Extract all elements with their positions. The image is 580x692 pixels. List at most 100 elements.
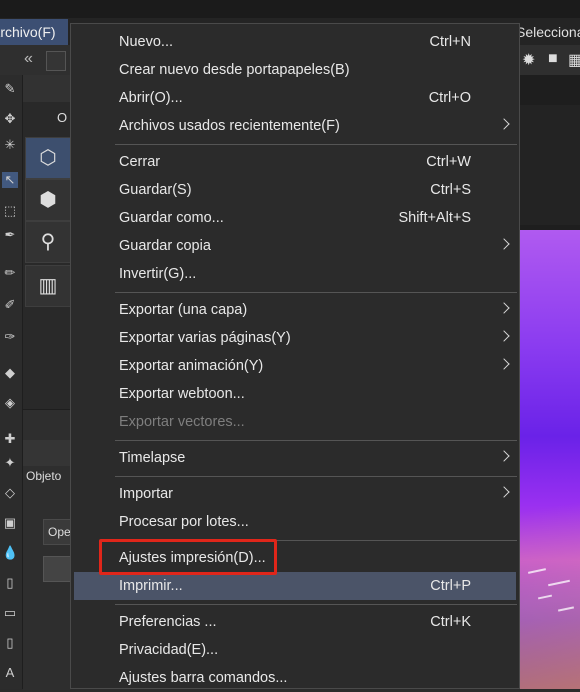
- menu-item-shortcut: Ctrl+S: [430, 182, 471, 198]
- menu-item-label: Importar: [119, 486, 173, 502]
- submenu-arrow-icon: [498, 450, 510, 462]
- tool-palette: ✎ ✥ ✳ ↖ ⬚ ✒ ✏ ✐ ✑ ◆ ◈ ✚ ✦ ◇ ▣ 💧 ▯ ▭ ▯ A: [0, 75, 23, 689]
- menu-item-timelapse[interactable]: Timelapse: [74, 444, 516, 472]
- menu-item-shortcut: Ctrl+O: [428, 90, 471, 106]
- menu-item-label: Nuevo...: [119, 34, 173, 50]
- blend-tool-icon[interactable]: ◈: [2, 395, 18, 411]
- menu-separator: [115, 440, 517, 441]
- frame-tool-icon[interactable]: ▯: [2, 575, 18, 591]
- lightbox-subtool-icon[interactable]: ⚲: [25, 221, 71, 263]
- submenu-arrow-icon: [498, 118, 510, 130]
- menu-item-label: Archivos usados recientemente(F): [119, 118, 340, 134]
- menu-item-label: Preferencias ...: [119, 614, 217, 630]
- menu-item-privacidad[interactable]: Privacidad(E)...: [74, 636, 516, 664]
- sub-tool-tab-label: O: [57, 110, 68, 125]
- menu-item-label: Imprimir...: [119, 578, 183, 594]
- panel-tab-icon[interactable]: [46, 51, 66, 71]
- grid-icon[interactable]: ▦: [568, 50, 580, 70]
- menu-item-label: Exportar varias páginas(Y): [119, 330, 291, 346]
- menu-item-label: Exportar animación(Y): [119, 358, 264, 374]
- selection-tool-icon[interactable]: ⬚: [2, 203, 18, 219]
- file-menu-dropdown: Nuevo... Ctrl+N Crear nuevo desde portap…: [70, 23, 520, 689]
- frame-subtool-icon[interactable]: ▥: [25, 265, 71, 307]
- canvas-area[interactable]: [518, 75, 580, 689]
- menu-item-cerrar[interactable]: Cerrar Ctrl+W: [74, 148, 516, 176]
- stop-icon[interactable]: ■: [548, 50, 558, 68]
- menu-item-guardar-como[interactable]: Guardar como... Shift+Alt+S: [74, 204, 516, 232]
- menu-item-archivos-recientes[interactable]: Archivos usados recientemente(F): [74, 112, 516, 140]
- menu-item-exportar-animacion[interactable]: Exportar animación(Y): [74, 352, 516, 380]
- color-swatch-icon[interactable]: ▣: [2, 515, 18, 531]
- pencil-tool-icon[interactable]: ✎: [2, 81, 18, 97]
- eraser-tool-icon[interactable]: ◆: [2, 365, 18, 381]
- menu-item-label: Guardar(S): [119, 182, 192, 198]
- menu-item-label: Crear nuevo desde portapapeles(B): [119, 62, 350, 78]
- menu-item-label: Exportar (una capa): [119, 302, 248, 318]
- menu-item-label: Ajustes barra comandos...: [119, 670, 288, 686]
- tool-property-panel: Objeto Ope: [23, 409, 75, 690]
- canvas-artwork: [518, 230, 580, 689]
- menu-item-invertir[interactable]: Invertir(G)...: [74, 260, 516, 288]
- menu-archivo[interactable]: Archivo(F): [0, 19, 68, 45]
- menu-item-exportar-varias-paginas[interactable]: Exportar varias páginas(Y): [74, 324, 516, 352]
- menu-item-abrir[interactable]: Abrir(O)... Ctrl+O: [74, 84, 516, 112]
- menu-item-exportar-una-capa[interactable]: Exportar (una capa): [74, 296, 516, 324]
- shape-tool-icon[interactable]: ◇: [2, 485, 18, 501]
- gradient-tool-icon[interactable]: ✦: [2, 455, 18, 471]
- menu-item-guardar-copia[interactable]: Guardar copia: [74, 232, 516, 260]
- submenu-arrow-icon: [498, 486, 510, 498]
- object-subtool-icon[interactable]: ⬡: [25, 137, 71, 179]
- panel-tool-icon[interactable]: ▭: [2, 605, 18, 621]
- menu-item-label: Invertir(G)...: [119, 266, 197, 282]
- menu-item-nuevo[interactable]: Nuevo... Ctrl+N: [74, 28, 516, 56]
- menu-item-importar[interactable]: Importar: [74, 480, 516, 508]
- title-strip: [0, 0, 580, 18]
- layer-select-subtool-icon[interactable]: ⬢: [25, 179, 71, 221]
- menu-item-shortcut: Ctrl+K: [430, 614, 471, 630]
- menu-item-imprimir[interactable]: Imprimir... Ctrl+P: [74, 572, 516, 600]
- menu-item-ajustes-barra-comandos[interactable]: Ajustes barra comandos...: [74, 664, 516, 692]
- menu-item-label: Guardar como...: [119, 210, 224, 226]
- collapse-panel-icon[interactable]: «: [24, 50, 33, 68]
- sub-tool-panel: ⬡ ⬢ ⚲ ▥ O: [23, 75, 71, 409]
- menu-item-crear-desde-portapapeles[interactable]: Crear nuevo desde portapapeles(B): [74, 56, 516, 84]
- menu-item-exportar-vectores: Exportar vectores...: [74, 408, 516, 436]
- spinner-icon[interactable]: ✹: [522, 50, 535, 70]
- brush-tool-icon[interactable]: ✐: [2, 297, 18, 313]
- artwork-streak: [557, 606, 575, 612]
- menu-item-label: Timelapse: [119, 450, 186, 466]
- text-tool-icon[interactable]: A: [2, 665, 18, 681]
- airbrush-tool-icon[interactable]: ✑: [2, 329, 18, 345]
- sparkle-tool-icon[interactable]: ✳: [2, 137, 18, 153]
- eyedropper-tool-icon[interactable]: ✒: [2, 227, 18, 243]
- object-select-tool-icon[interactable]: ↖: [2, 172, 18, 188]
- menu-item-exportar-webtoon[interactable]: Exportar webtoon...: [74, 380, 516, 408]
- menu-item-label: Abrir(O)...: [119, 90, 183, 106]
- submenu-arrow-icon: [498, 238, 510, 250]
- menu-item-shortcut: Ctrl+P: [430, 578, 471, 594]
- pen-tool-icon[interactable]: ✏: [2, 265, 18, 281]
- annotation-highlight-box: [99, 539, 277, 575]
- move-tool-icon[interactable]: ✥: [2, 111, 18, 127]
- submenu-arrow-icon: [498, 358, 510, 370]
- menu-item-label: Cerrar: [119, 154, 161, 170]
- ruler-tool-icon[interactable]: ▯: [2, 635, 18, 651]
- menu-item-procesar-por-lotes[interactable]: Procesar por lotes...: [74, 508, 516, 536]
- menu-separator: [115, 604, 517, 605]
- tool-property-header: [23, 440, 71, 466]
- menu-item-guardar[interactable]: Guardar(S) Ctrl+S: [74, 176, 516, 204]
- drop-tool-icon[interactable]: 💧: [2, 545, 18, 561]
- submenu-arrow-icon: [498, 330, 510, 342]
- menu-item-label: Exportar webtoon...: [119, 386, 245, 402]
- menu-seleccionar[interactable]: Seleccionar: [516, 19, 580, 45]
- artwork-streak: [548, 579, 570, 587]
- artwork-streak: [537, 594, 553, 600]
- fill-tool-icon[interactable]: ✚: [2, 431, 18, 447]
- menu-item-preferencias[interactable]: Preferencias ... Ctrl+K: [74, 608, 516, 636]
- submenu-arrow-icon: [498, 302, 510, 314]
- menu-item-label: Exportar vectores...: [119, 414, 245, 430]
- menu-separator: [115, 476, 517, 477]
- menu-item-label: Guardar copia: [119, 238, 211, 254]
- menu-item-shortcut: Shift+Alt+S: [398, 210, 471, 226]
- menu-separator: [115, 292, 517, 293]
